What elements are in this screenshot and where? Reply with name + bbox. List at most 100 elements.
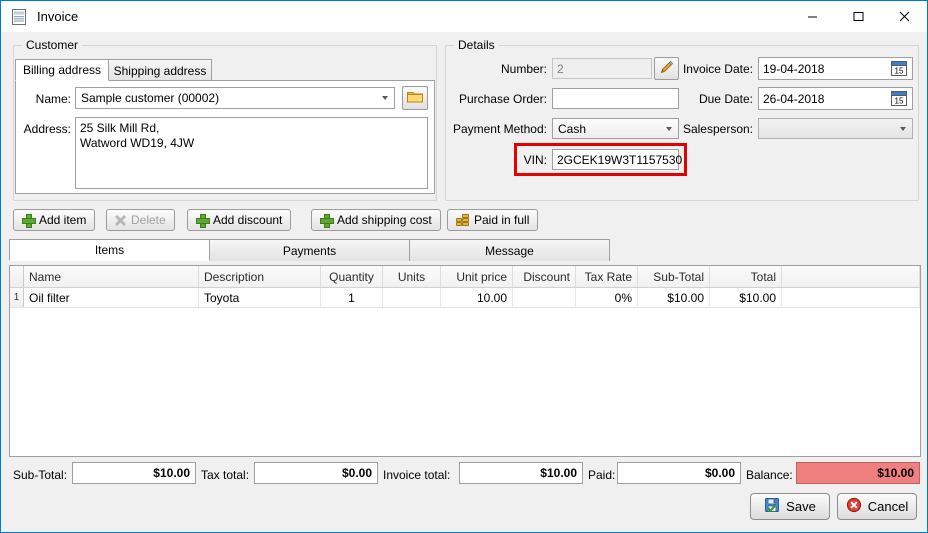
plus-icon [320, 214, 334, 228]
items-grid[interactable]: Name Description Quantity Units Unit pri… [9, 265, 921, 457]
grid-header-row: Name Description Quantity Units Unit pri… [10, 266, 920, 288]
plus-icon [196, 214, 210, 228]
tab-shipping-address-label: Shipping address [113, 63, 207, 78]
details-group-title: Details [454, 38, 499, 52]
paid-in-full-label: Paid in full [474, 213, 530, 227]
tab-message[interactable]: Message [409, 239, 610, 261]
cancel-button[interactable]: Cancel [837, 493, 917, 520]
invoice-number-field: 2 [552, 58, 652, 79]
invoice-date-label: Invoice Date: [682, 62, 753, 76]
payment-method-label: Payment Method: [452, 122, 547, 136]
purchase-order-label: Purchase Order: [458, 92, 547, 106]
paid-in-full-button[interactable]: Paid in full [447, 209, 539, 231]
add-shipping-cost-button[interactable]: Add shipping cost [311, 209, 441, 231]
column-header-quantity[interactable]: Quantity [321, 266, 383, 287]
due-date-value: 26-04-2018 [763, 91, 825, 106]
close-button[interactable] [881, 1, 927, 32]
minimize-button[interactable] [789, 1, 835, 32]
cell-sub-total[interactable]: $10.00 [638, 288, 710, 307]
cell-name[interactable]: Oil filter [24, 288, 199, 307]
column-header-sub-total[interactable]: Sub-Total [638, 266, 710, 287]
tax-total-field: $0.00 [254, 462, 378, 484]
column-header-unit-price[interactable]: Unit price [441, 266, 513, 287]
salesperson-combo[interactable] [758, 118, 913, 139]
cell-discount[interactable] [513, 288, 576, 307]
window-controls [789, 1, 927, 32]
tab-payments-label: Payments [282, 243, 337, 258]
paid-field: $0.00 [617, 462, 741, 484]
row-number: 1 [10, 288, 24, 307]
paid-label: Paid: [588, 468, 616, 482]
column-header-description[interactable]: Description [199, 266, 321, 287]
payment-method-value: Cash [558, 121, 587, 136]
column-header-tax-rate[interactable]: Tax Rate [576, 266, 638, 287]
chevron-down-icon [900, 126, 906, 131]
window-title: Invoice [37, 9, 79, 24]
customer-address-textarea[interactable]: 25 Silk Mill Rd, Watword WD19, 4JW [75, 117, 428, 189]
customer-address-tabs: Billing address Shipping address [15, 59, 212, 81]
customer-name-value: Sample customer (00002) [81, 91, 220, 105]
tab-shipping-address[interactable]: Shipping address [108, 59, 212, 81]
table-row[interactable]: 1 Oil filter Toyota 1 10.00 0% $10.00 $1… [10, 288, 920, 308]
add-shipping-cost-label: Add shipping cost [337, 213, 432, 227]
invoice-total-field: $10.00 [459, 462, 583, 484]
cell-filler [782, 288, 920, 307]
invoice-total-label: Invoice total: [383, 468, 451, 482]
column-header-units[interactable]: Units [383, 266, 441, 287]
delete-label: Delete [131, 213, 166, 227]
save-button[interactable]: Save [750, 493, 830, 520]
subtotal-label: Sub-Total: [13, 468, 68, 482]
customer-address-label: Address: [23, 122, 71, 136]
add-item-button[interactable]: Add item [13, 209, 96, 231]
grid-corner-cell [10, 266, 24, 287]
main-tabs: Items Payments Message [9, 239, 610, 261]
balance-label: Balance: [746, 468, 793, 482]
tab-items[interactable]: Items [9, 239, 210, 261]
save-label: Save [786, 499, 816, 514]
tab-message-label: Message [485, 243, 534, 258]
invoice-window: Invoice Customer Billing address Shippin… [0, 0, 928, 533]
payment-method-combo[interactable]: Cash [552, 118, 679, 139]
column-header-name[interactable]: Name [24, 266, 199, 287]
cell-units[interactable] [383, 288, 441, 307]
invoice-date-calendar-icon[interactable]: 15 [890, 60, 908, 77]
add-discount-label: Add discount [213, 213, 283, 227]
cancel-icon [846, 497, 862, 516]
cell-quantity[interactable]: 1 [321, 288, 383, 307]
x-icon [115, 215, 126, 226]
due-date-calendar-icon[interactable]: 15 [890, 90, 908, 107]
add-discount-button[interactable]: Add discount [187, 209, 292, 231]
invoice-number-label: Number: [500, 62, 547, 76]
cell-total[interactable]: $10.00 [710, 288, 782, 307]
title-bar: Invoice [1, 1, 927, 32]
salesperson-label: Salesperson: [682, 122, 753, 136]
purchase-order-field[interactable] [552, 88, 679, 109]
invoice-document-icon [10, 8, 28, 26]
balance-field: $10.00 [796, 462, 920, 484]
tab-items-label: Items [94, 243, 125, 257]
cell-description[interactable]: Toyota [199, 288, 321, 307]
status-bar [2, 523, 926, 531]
customer-group-title: Customer [22, 38, 83, 52]
customer-name-combo[interactable]: Sample customer (00002) [75, 87, 395, 109]
column-header-total[interactable]: Total [710, 266, 782, 287]
coins-icon [456, 214, 469, 226]
maximize-button[interactable] [835, 1, 881, 32]
delete-button[interactable]: Delete [106, 209, 175, 231]
column-header-discount[interactable]: Discount [513, 266, 576, 287]
cell-tax-rate[interactable]: 0% [576, 288, 638, 307]
tax-total-label: Tax total: [201, 468, 250, 482]
cell-unit-price[interactable]: 10.00 [441, 288, 513, 307]
chevron-down-icon [666, 126, 672, 131]
tab-billing-address[interactable]: Billing address [15, 59, 109, 81]
due-date-label: Due Date: [698, 92, 753, 106]
customer-name-label: Name: [35, 92, 71, 106]
save-icon [764, 497, 780, 516]
svg-text:15: 15 [895, 67, 904, 76]
tab-billing-address-label: Billing address [22, 63, 102, 77]
column-header-filler [782, 266, 920, 287]
chevron-down-icon [382, 96, 388, 100]
tab-payments[interactable]: Payments [209, 239, 410, 261]
plus-icon [22, 214, 36, 228]
vin-field[interactable]: 2GCEK19W3T1157530 [552, 149, 682, 170]
